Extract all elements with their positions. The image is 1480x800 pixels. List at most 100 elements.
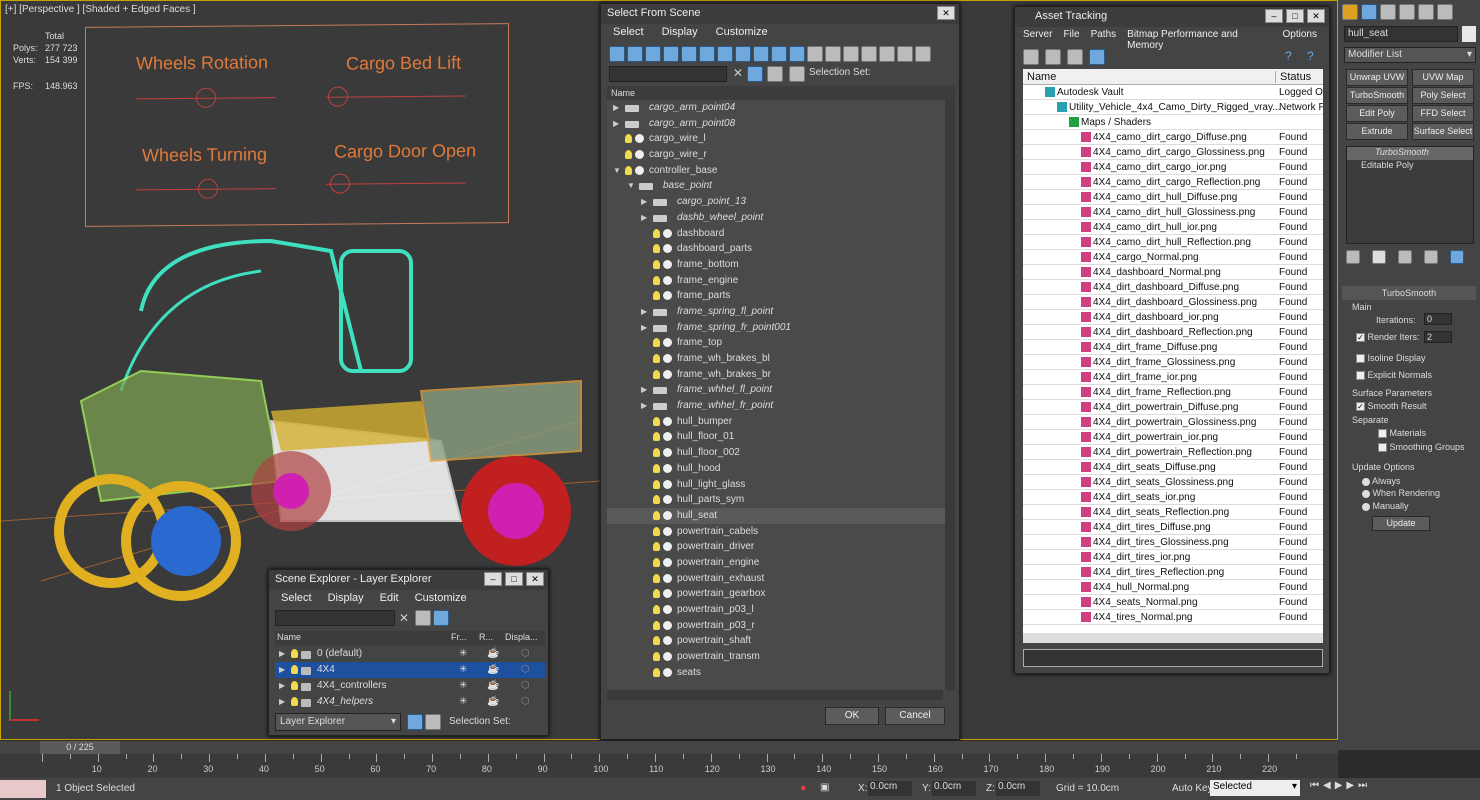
menu-customize[interactable]: Customize — [415, 592, 467, 606]
asset-row[interactable]: 4X4_camo_dirt_cargo_ior.png Found — [1023, 160, 1323, 175]
visibility-bulb-icon[interactable] — [653, 667, 660, 677]
horizontal-scrollbar[interactable] — [607, 690, 943, 700]
scene-node-row[interactable]: frame_top — [607, 335, 955, 351]
layer-row[interactable]: ▶ 0 (default) ✳ ☕ ⬡ — [275, 646, 545, 662]
time-slider-frame[interactable]: 0 / 225 — [40, 741, 120, 754]
freeze-icon[interactable]: ✳ — [459, 662, 467, 678]
asset-row[interactable]: 4X4_dirt_dashboard_ior.png Found — [1023, 310, 1323, 325]
play-icon[interactable]: ▶ — [1335, 780, 1343, 791]
filter-geometry-icon[interactable] — [609, 46, 625, 62]
update-button[interactable]: Update — [1372, 516, 1430, 531]
scene-node-row[interactable]: dashboard_parts — [607, 241, 955, 257]
menu-edit[interactable]: Edit — [380, 592, 399, 606]
thumbnail-icon[interactable] — [1067, 49, 1083, 65]
scene-node-row[interactable]: hull_floor_01 — [607, 429, 955, 445]
isoline-checkbox[interactable] — [1356, 354, 1365, 364]
asset-row[interactable]: Autodesk Vault Logged Ou — [1023, 85, 1323, 100]
visibility-bulb-icon[interactable] — [653, 416, 660, 426]
asset-row[interactable]: 4X4_tires_Normal.png Found — [1023, 610, 1323, 625]
ok-button[interactable]: OK — [825, 707, 879, 725]
viewport-label[interactable]: [+] [Perspective ] [Shaded + Edged Faces… — [5, 4, 196, 15]
previous-frame-icon[interactable]: ◀ — [1323, 780, 1331, 791]
visibility-bulb-icon[interactable] — [653, 526, 660, 536]
minimize-icon[interactable]: – — [484, 572, 502, 586]
filter-groups-icon[interactable] — [717, 46, 733, 62]
asset-row[interactable]: 4X4_hull_Normal.png Found — [1023, 580, 1323, 595]
scene-node-row[interactable]: hull_floor_002 — [607, 445, 955, 461]
always-radio[interactable] — [1362, 477, 1370, 486]
go-to-start-icon[interactable]: ⏮ — [1310, 780, 1319, 791]
expand-arrow-icon[interactable]: ▶ — [641, 194, 647, 210]
render-iters-checkbox[interactable]: ✓ — [1356, 333, 1365, 343]
visibility-bulb-icon[interactable] — [653, 354, 660, 363]
asset-row[interactable]: 4X4_dirt_seats_Reflection.png Found — [1023, 505, 1323, 520]
display-box-icon[interactable]: ⬡ — [521, 646, 530, 662]
clear-search-icon[interactable]: ✕ — [399, 611, 409, 625]
utilities-tab-icon[interactable] — [1437, 4, 1453, 20]
visibility-bulb-icon[interactable] — [653, 275, 660, 285]
help-tooltip-icon[interactable]: ? — [1307, 49, 1314, 63]
manually-radio[interactable] — [1362, 502, 1370, 511]
add-to-layer-icon[interactable] — [433, 610, 449, 626]
visibility-bulb-icon[interactable] — [625, 165, 632, 175]
expand-arrow-icon[interactable]: ▶ — [279, 646, 285, 662]
scene-node-row[interactable]: frame_engine — [607, 273, 955, 289]
expand-arrow-icon[interactable]: ▶ — [641, 382, 647, 398]
smooth-result-checkbox[interactable]: ✓ — [1356, 402, 1365, 412]
object-color-swatch[interactable] — [1462, 26, 1476, 42]
collapse-arrow-icon[interactable]: ▼ — [627, 178, 635, 194]
asset-row[interactable]: 4X4_dirt_seats_Diffuse.png Found — [1023, 460, 1323, 475]
visibility-bulb-icon[interactable] — [653, 620, 660, 630]
x-coordinate-field[interactable]: 0.0cm — [868, 781, 912, 796]
scene-node-row[interactable]: powertrain_exhaust — [607, 571, 955, 587]
vault-icon[interactable] — [1023, 49, 1039, 65]
col-name[interactable]: Name — [277, 632, 301, 642]
vehicle-wireframe[interactable] — [1, 221, 601, 621]
asset-row[interactable]: 4X4_dirt_tires_Glossiness.png Found — [1023, 535, 1323, 550]
visibility-bulb-icon[interactable] — [653, 479, 660, 489]
help-icon[interactable]: ? — [1285, 49, 1292, 63]
menu-paths[interactable]: Paths — [1091, 29, 1117, 43]
display-all-icon[interactable] — [825, 46, 841, 62]
scene-node-row[interactable]: powertrain_transm — [607, 649, 955, 665]
layer-icon[interactable] — [767, 66, 783, 82]
filter-lights-icon[interactable] — [645, 46, 661, 62]
scene-node-row[interactable]: ▶ frame_whhel_fr_point — [607, 398, 955, 414]
z-coordinate-field[interactable]: 0.0cm — [996, 781, 1040, 796]
render-teapot-icon[interactable]: ☕ — [487, 662, 499, 678]
invert-display-icon[interactable] — [861, 46, 877, 62]
key-filter-dropdown[interactable]: Selected ▾ — [1210, 780, 1300, 796]
display-box-icon[interactable]: ⬡ — [521, 662, 530, 678]
table-view-icon[interactable] — [1089, 49, 1105, 65]
when-rendering-radio[interactable] — [1362, 489, 1370, 498]
explicit-normals-checkbox[interactable] — [1356, 371, 1365, 381]
visibility-bulb-icon[interactable] — [653, 432, 660, 442]
visibility-bulb-icon[interactable] — [653, 605, 660, 614]
scene-node-row[interactable]: powertrain_p03_l — [607, 602, 955, 618]
asset-row[interactable]: 4X4_dirt_seats_ior.png Found — [1023, 490, 1323, 505]
minimize-icon[interactable]: – — [1265, 9, 1283, 23]
cancel-button[interactable]: Cancel — [885, 707, 945, 725]
track-bar[interactable]: 10 20 30 40 50 60 70 80 90 100 110 120 130 140 150 160 1… — [0, 754, 1338, 778]
scene-node-row[interactable]: ▶ dashb_wheel_point — [607, 210, 955, 226]
asset-row[interactable]: 4X4_dirt_frame_Diffuse.png Found — [1023, 340, 1323, 355]
scene-node-row[interactable]: powertrain_shaft — [607, 633, 955, 649]
stack-item-turbosmooth[interactable]: TurboSmooth — [1347, 147, 1473, 160]
visibility-bulb-icon[interactable] — [653, 291, 660, 301]
filter-xrefs-icon[interactable] — [735, 46, 751, 62]
visibility-bulb-icon[interactable] — [653, 542, 660, 552]
visibility-bulb-icon[interactable] — [653, 636, 660, 646]
asset-row[interactable]: 4X4_camo_dirt_cargo_Reflection.png Found — [1023, 175, 1323, 190]
vertical-scrollbar[interactable] — [945, 100, 955, 690]
visibility-bulb-icon[interactable] — [653, 463, 660, 473]
visibility-bulb-icon[interactable] — [625, 150, 632, 160]
menu-display[interactable]: Display — [662, 26, 698, 40]
asset-row[interactable]: 4X4_dirt_frame_Reflection.png Found — [1023, 385, 1323, 400]
close-icon[interactable]: ✕ — [937, 6, 955, 20]
visibility-bulb-icon[interactable] — [653, 495, 660, 505]
visibility-bulb-icon[interactable] — [653, 652, 660, 662]
scene-node-row[interactable]: ▶ cargo_arm_point08 — [607, 116, 955, 132]
asset-row[interactable]: 4X4_camo_dirt_cargo_Glossiness.png Found — [1023, 145, 1323, 160]
scene-node-row[interactable]: hull_light_glass — [607, 477, 955, 493]
render-iters-spinner[interactable]: 2 — [1424, 331, 1452, 343]
